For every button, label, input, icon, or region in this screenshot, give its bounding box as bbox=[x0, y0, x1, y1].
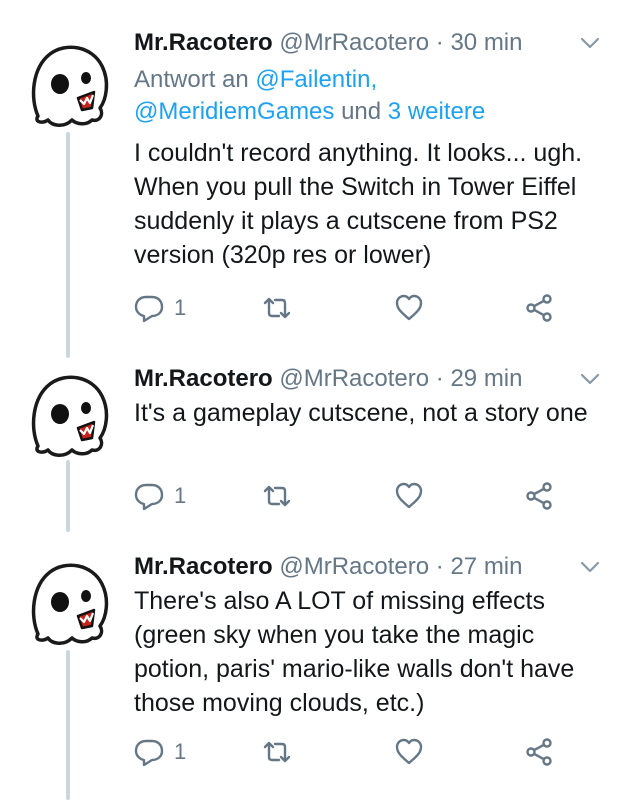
display-name[interactable]: Mr.Racotero bbox=[134, 365, 273, 392]
timestamp[interactable]: 27 min bbox=[450, 553, 522, 580]
like-button[interactable] bbox=[394, 478, 424, 514]
tweet-actions: 1 bbox=[134, 478, 601, 514]
reply-icon bbox=[134, 293, 164, 323]
share-icon bbox=[524, 737, 554, 767]
timestamp[interactable]: 30 min bbox=[450, 29, 522, 56]
retweet-icon bbox=[262, 737, 292, 767]
reply-prefix: Antwort an bbox=[134, 66, 256, 93]
reply-count: 1 bbox=[174, 483, 187, 508]
chevron-down-icon[interactable] bbox=[579, 370, 601, 388]
tweet-actions: 1 bbox=[134, 734, 601, 770]
chevron-down-icon[interactable] bbox=[579, 34, 601, 52]
reply-button[interactable]: 1 bbox=[134, 734, 186, 770]
display-name[interactable]: Mr.Racotero bbox=[134, 29, 273, 56]
retweet-button[interactable] bbox=[262, 290, 292, 326]
retweet-icon bbox=[262, 481, 292, 511]
display-name[interactable]: Mr.Racotero bbox=[134, 553, 273, 580]
like-button[interactable] bbox=[394, 290, 424, 326]
heart-icon bbox=[394, 481, 424, 511]
separator-dot: · bbox=[435, 553, 444, 580]
user-handle[interactable]: @MrRacotero bbox=[279, 553, 429, 580]
tweet[interactable]: Mr.Racotero @MrRacotero · 27 min There's… bbox=[0, 550, 621, 800]
retweet-button[interactable] bbox=[262, 478, 292, 514]
tweet-text: It's a gameplay cutscene, not a story on… bbox=[134, 399, 588, 427]
tweet-header: Mr.Racotero @MrRacotero · 30 min bbox=[134, 26, 601, 60]
retweet-icon bbox=[262, 293, 292, 323]
tweet[interactable]: Mr.Racotero @MrRacotero · 30 min Antwort… bbox=[0, 26, 621, 326]
mention-link[interactable]: @Failentin, bbox=[255, 66, 377, 93]
reply-button[interactable]: 1 bbox=[134, 478, 186, 514]
timestamp[interactable]: 29 min bbox=[450, 365, 522, 392]
tweet-actions: 1 bbox=[134, 290, 601, 326]
heart-icon bbox=[394, 293, 424, 323]
heart-icon bbox=[394, 737, 424, 767]
retweet-button[interactable] bbox=[262, 734, 292, 770]
share-icon bbox=[524, 481, 554, 511]
reply-icon bbox=[134, 737, 164, 767]
more-mentions-link[interactable]: 3 weitere bbox=[388, 98, 485, 125]
chevron-down-icon[interactable] bbox=[579, 558, 601, 576]
reply-count: 1 bbox=[174, 739, 187, 764]
user-handle[interactable]: @MrRacotero bbox=[279, 365, 429, 392]
tweet-header: Mr.Racotero @MrRacotero · 29 min bbox=[134, 362, 601, 396]
share-button[interactable] bbox=[524, 290, 554, 326]
reply-button[interactable]: 1 bbox=[134, 290, 186, 326]
user-handle[interactable]: @MrRacotero bbox=[279, 29, 429, 56]
share-icon bbox=[524, 293, 554, 323]
separator-dot: · bbox=[435, 365, 444, 392]
reply-icon bbox=[134, 481, 164, 511]
separator-dot: · bbox=[435, 29, 444, 56]
mention-link[interactable]: @MeridiemGames bbox=[134, 98, 334, 125]
tweet-header: Mr.Racotero @MrRacotero · 27 min bbox=[134, 550, 601, 584]
reply-count: 1 bbox=[174, 295, 187, 320]
reply-to-line: Antwort an @Failentin, @MeridiemGames un… bbox=[134, 64, 485, 128]
like-button[interactable] bbox=[394, 734, 424, 770]
tweet-text: I couldn't record anything. It looks... … bbox=[134, 139, 583, 269]
share-button[interactable] bbox=[524, 734, 554, 770]
share-button[interactable] bbox=[524, 478, 554, 514]
tweet[interactable]: Mr.Racotero @MrRacotero · 29 min It's a … bbox=[0, 362, 621, 522]
reply-conjunction: und bbox=[334, 98, 388, 125]
tweet-text: There's also A LOT of missing effects (g… bbox=[134, 587, 575, 717]
